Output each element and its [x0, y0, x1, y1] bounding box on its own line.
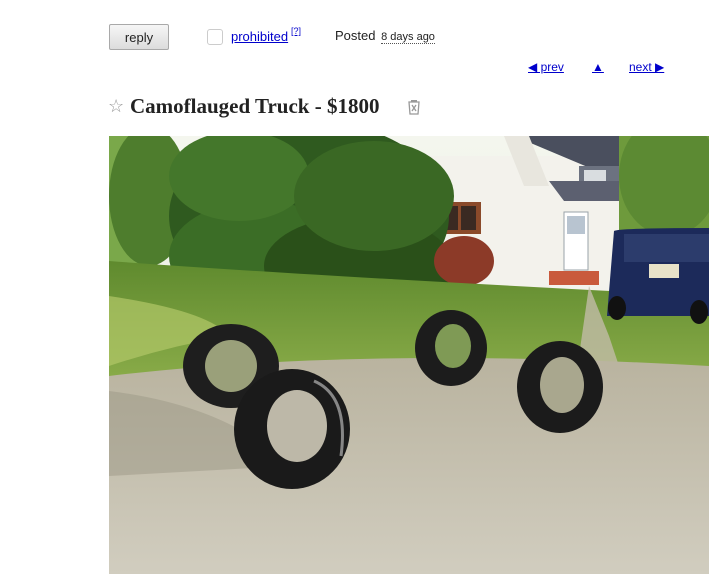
prohibited-help-link[interactable]: [?] — [291, 26, 301, 36]
posted-time: 8 days ago — [381, 31, 435, 44]
tire — [234, 369, 350, 489]
hide-icon[interactable] — [406, 99, 422, 115]
tire — [415, 310, 487, 386]
listing-photo-image — [109, 136, 709, 574]
prev-link[interactable]: ◀ prev — [528, 60, 564, 74]
listing-photo[interactable] — [109, 136, 709, 574]
prohibited-link[interactable]: prohibited — [231, 29, 288, 44]
posted-info: Posted 8 days ago — [335, 28, 435, 44]
posted-label: Posted — [335, 28, 376, 43]
next-link[interactable]: next ▶ — [629, 60, 664, 74]
star-icon[interactable]: ☆ — [108, 96, 124, 117]
listing-title: Camoflauged Truck - $1800 — [130, 94, 380, 118]
tire — [517, 341, 603, 433]
prohibited-flag-checkbox[interactable] — [207, 29, 223, 45]
reply-button[interactable]: reply — [109, 24, 169, 50]
up-link[interactable]: ▲ — [592, 60, 604, 74]
